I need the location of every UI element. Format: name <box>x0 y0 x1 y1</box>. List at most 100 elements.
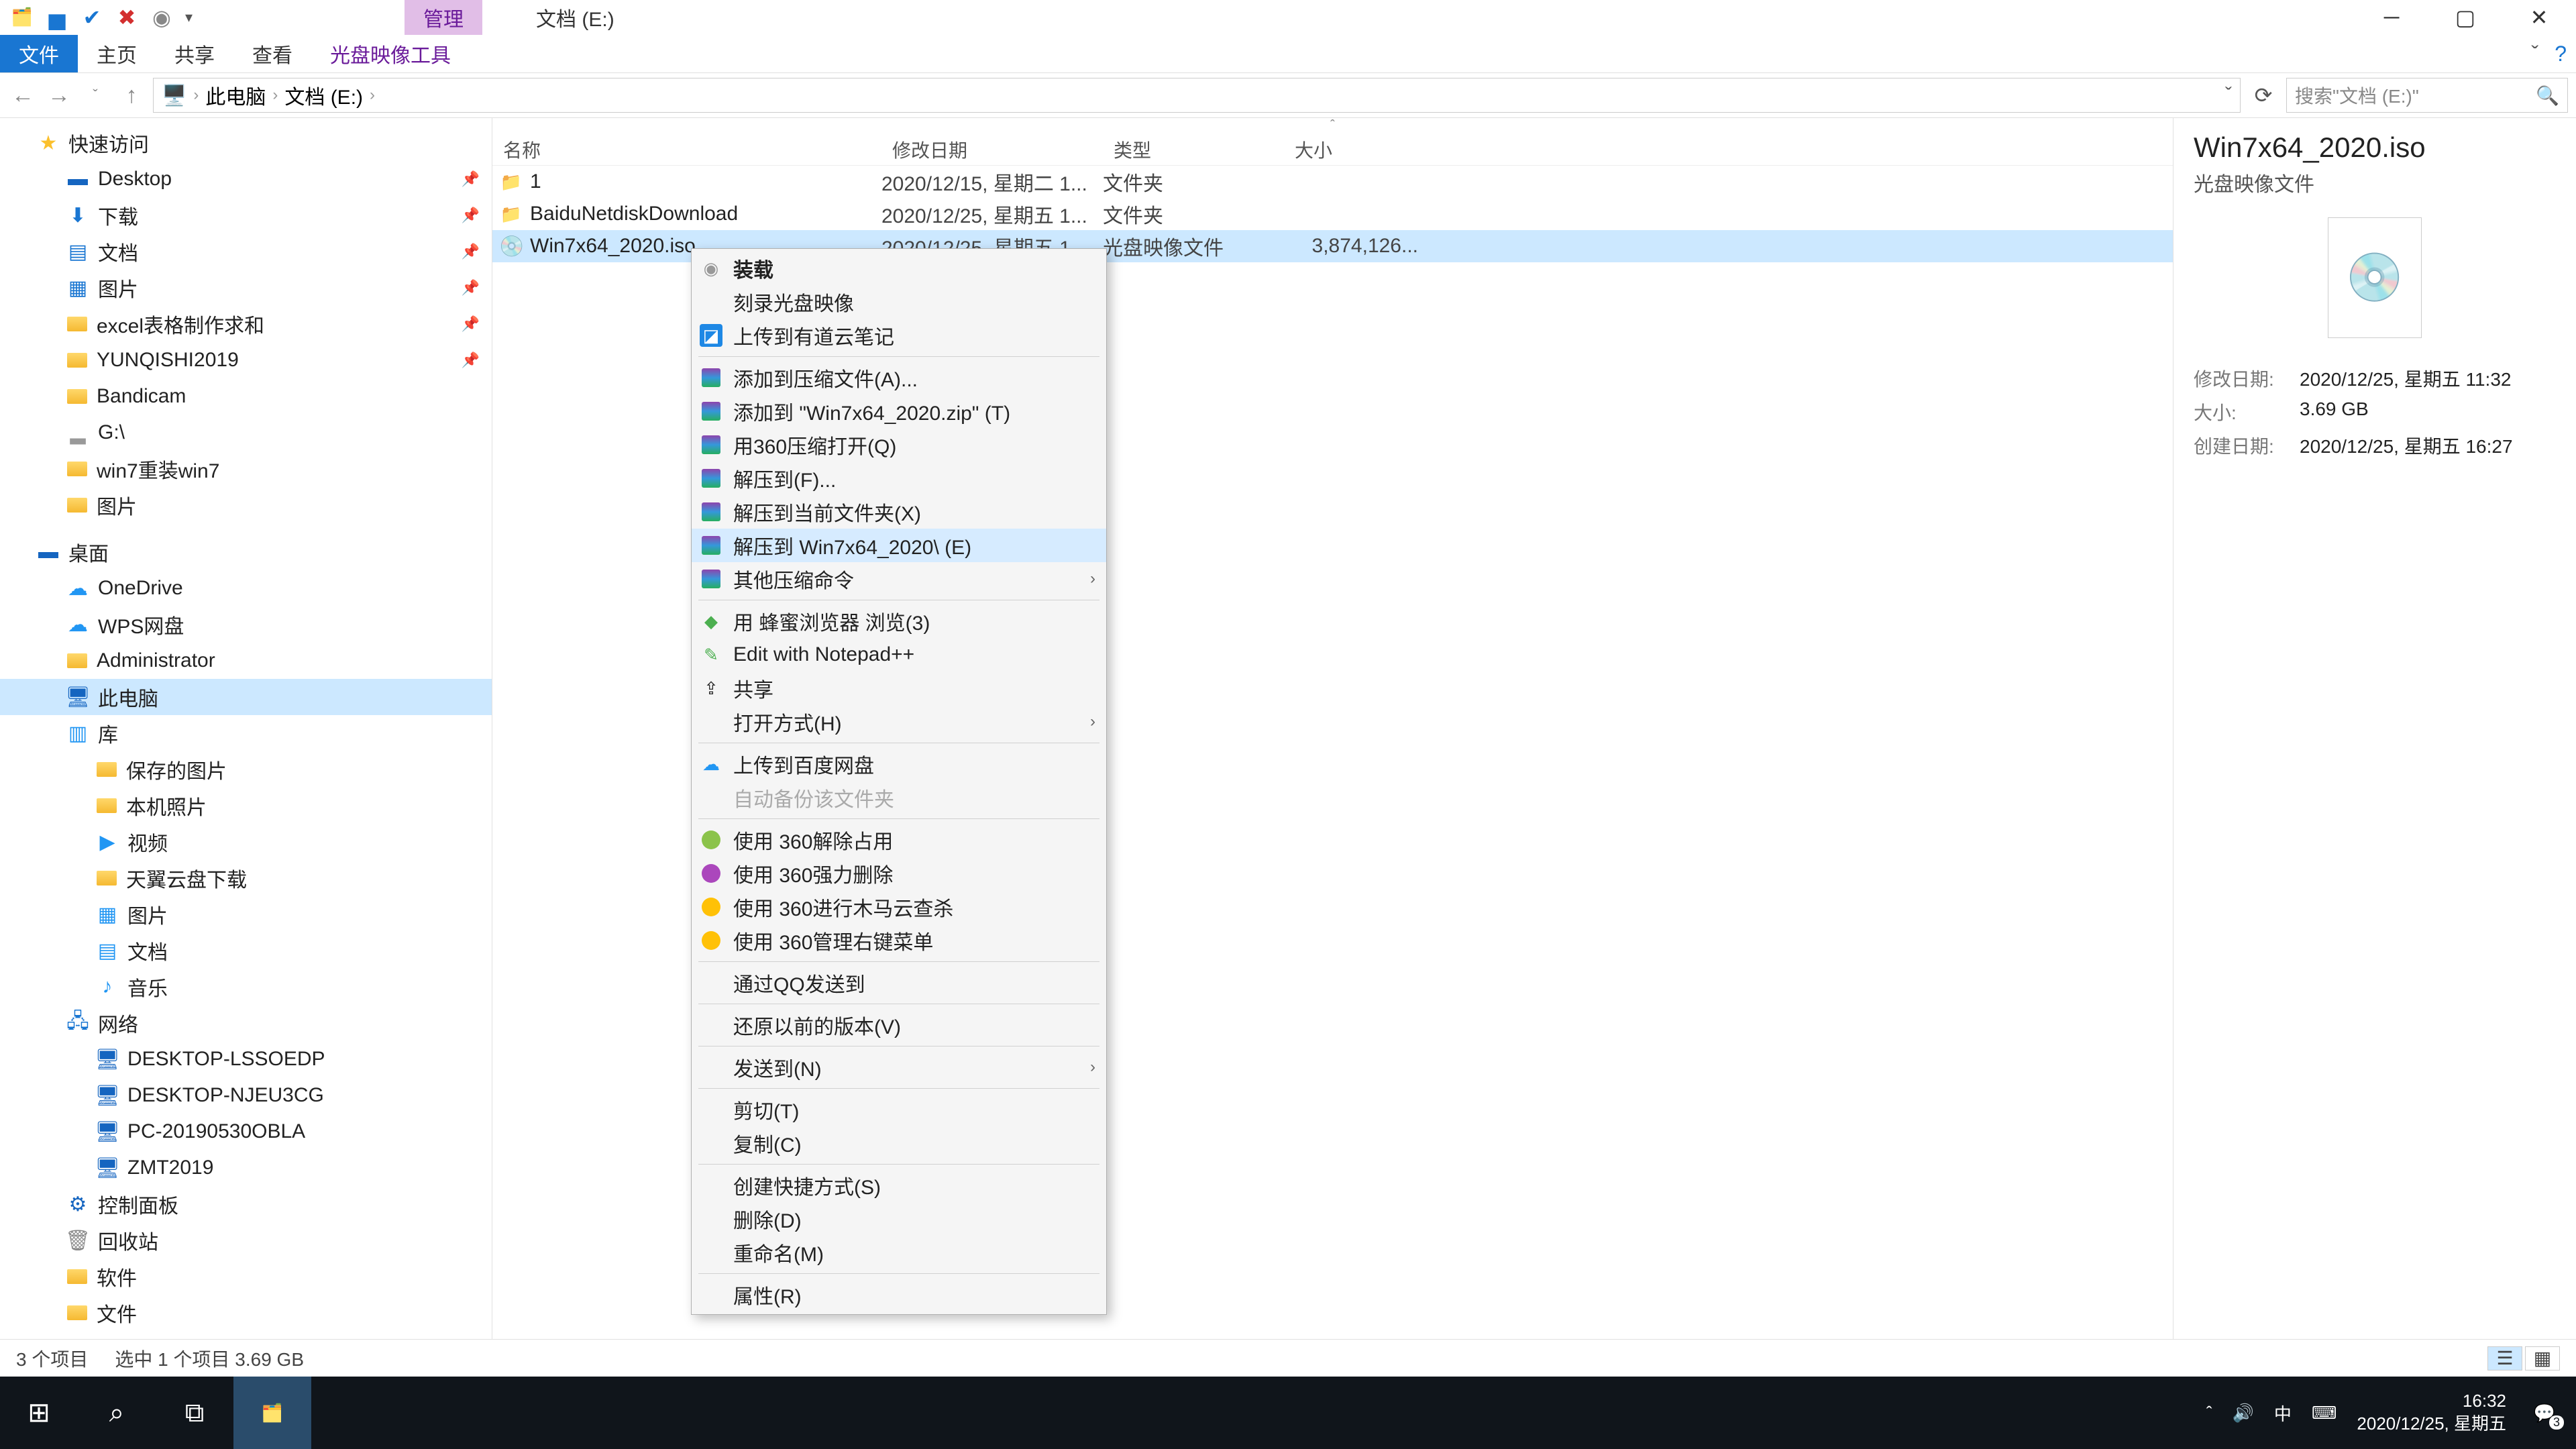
cm-360-manage[interactable]: 使用 360管理右键菜单 <box>692 924 1106 957</box>
cm-rename[interactable]: 重命名(M) <box>692 1236 1106 1269</box>
cm-baidu-upload[interactable]: ☁上传到百度网盘 <box>692 747 1106 781</box>
chevron-right-icon[interactable]: › <box>193 86 199 105</box>
tree-network-pc[interactable]: 🖥DESKTOP-NJEU3CG <box>0 1077 492 1114</box>
tab-share[interactable]: 共享 <box>156 35 233 72</box>
notification-button[interactable]: 💬3 <box>2526 1395 2563 1431</box>
task-view-button[interactable]: ⧉ <box>156 1377 233 1449</box>
tree-control-panel[interactable]: ⚙控制面板 <box>0 1186 492 1222</box>
tree-onedrive[interactable]: ☁OneDrive <box>0 570 492 606</box>
cm-delete[interactable]: 删除(D) <box>692 1202 1106 1236</box>
file-row[interactable]: 📁 1 2020/12/15, 星期二 1... 文件夹 <box>492 166 2173 198</box>
taskbar-explorer-button[interactable]: 🗂️ <box>233 1377 311 1449</box>
tree-lib-item[interactable]: ▤文档 <box>0 932 492 969</box>
cm-open-with[interactable]: 打开方式(H)› <box>692 705 1106 739</box>
tree-lib-item[interactable]: 天翼云盘下载 <box>0 860 492 896</box>
tray-up-icon[interactable]: ˆ <box>2206 1403 2212 1424</box>
tree-recycle-bin[interactable]: 🗑回收站 <box>0 1222 492 1258</box>
search-icon[interactable]: 🔍 <box>2536 85 2559 107</box>
cm-360-unlock[interactable]: 使用 360解除占用 <box>692 823 1106 857</box>
tree-user[interactable]: Administrator <box>0 643 492 679</box>
qat-disc-icon[interactable]: ◉ <box>150 6 173 29</box>
breadcrumb-item[interactable]: 文档 (E:) <box>284 80 363 110</box>
tree-folder[interactable]: 文件 <box>0 1295 492 1331</box>
cm-add-zip[interactable]: 添加到 "Win7x64_2020.zip" (T) <box>692 394 1106 428</box>
search-input[interactable]: 搜索"文档 (E:)" 🔍 <box>2286 78 2568 113</box>
tree-lib-item[interactable]: 本机照片 <box>0 788 492 824</box>
view-details-button[interactable]: ☰ <box>2487 1346 2522 1371</box>
tree-documents[interactable]: ▤文档📌 <box>0 233 492 270</box>
refresh-button[interactable]: ⟳ <box>2247 83 2279 108</box>
tree-folder[interactable]: Bandicam <box>0 378 492 415</box>
tree-folder[interactable]: 图片 <box>0 487 492 523</box>
cm-add-archive[interactable]: 添加到压缩文件(A)... <box>692 361 1106 394</box>
column-size[interactable]: 大小 <box>1284 136 1418 163</box>
tree-libraries[interactable]: ▥库 <box>0 715 492 751</box>
column-date[interactable]: 修改日期 <box>881 136 1103 163</box>
cm-extract-named[interactable]: 解压到 Win7x64_2020\ (E) <box>692 529 1106 562</box>
tree-downloads[interactable]: ⬇下载📌 <box>0 197 492 233</box>
chevron-right-icon[interactable]: › <box>272 86 278 105</box>
minimize-button[interactable]: ─ <box>2355 0 2428 35</box>
cm-extract-to[interactable]: 解压到(F)... <box>692 462 1106 495</box>
nav-forward-button[interactable]: → <box>44 80 74 110</box>
cm-share[interactable]: ⇪共享 <box>692 672 1106 705</box>
tree-this-pc[interactable]: 🖥此电脑 <box>0 679 492 715</box>
close-button[interactable]: ✕ <box>2502 0 2576 35</box>
breadcrumb-item[interactable]: 此电脑 <box>205 80 266 110</box>
tree-pictures[interactable]: ▦图片📌 <box>0 270 492 306</box>
column-name[interactable]: 名称 <box>492 136 881 163</box>
tree-quick-access[interactable]: ★快速访问 <box>0 125 492 161</box>
qat-dropdown-icon[interactable]: ▾ <box>185 9 193 26</box>
tab-view[interactable]: 查看 <box>233 35 311 72</box>
tree-lib-item[interactable]: ▦图片 <box>0 896 492 932</box>
tree-folder[interactable]: YUNQISHI2019📌 <box>0 342 492 378</box>
maximize-button[interactable]: ▢ <box>2428 0 2502 35</box>
cm-copy[interactable]: 复制(C) <box>692 1126 1106 1160</box>
help-icon[interactable]: ? <box>2555 42 2567 66</box>
start-button[interactable]: ⊞ <box>0 1377 78 1449</box>
tree-folder[interactable]: 软件 <box>0 1258 492 1295</box>
tree-desktop[interactable]: ▬Desktop📌 <box>0 161 492 197</box>
qat-down-icon[interactable]: ▅ <box>46 6 68 29</box>
ribbon-collapse-icon[interactable]: ˇ <box>2532 42 2539 66</box>
tab-file[interactable]: 文件 <box>0 35 78 72</box>
tree-lib-item[interactable]: 保存的图片 <box>0 751 492 788</box>
cm-honeybrowser[interactable]: ◆用 蜂蜜浏览器 浏览(3) <box>692 604 1106 638</box>
column-type[interactable]: 类型 <box>1103 136 1284 163</box>
tab-disc-tools[interactable]: 光盘映像工具 <box>311 35 470 72</box>
qat-close-icon[interactable]: ✖ <box>115 6 138 29</box>
tree-network-pc[interactable]: 🖥PC-20190530OBLA <box>0 1114 492 1150</box>
breadcrumb[interactable]: 🖥️ › 此电脑 › 文档 (E:) › ˇ <box>153 78 2241 113</box>
tab-home[interactable]: 主页 <box>78 35 156 72</box>
nav-back-button[interactable]: ← <box>8 80 38 110</box>
tray-volume-icon[interactable]: 🔊 <box>2233 1403 2254 1424</box>
tray-keyboard-icon[interactable]: ⌨ <box>2312 1403 2337 1424</box>
tray-ime-icon[interactable]: 中 <box>2274 1401 2292 1426</box>
cm-open-360zip[interactable]: 用360压缩打开(Q) <box>692 428 1106 462</box>
cm-shortcut[interactable]: 创建快捷方式(S) <box>692 1169 1106 1202</box>
chevron-right-icon[interactable]: › <box>370 86 375 105</box>
tree-network-pc[interactable]: 🖥ZMT2019 <box>0 1150 492 1186</box>
cm-send-to[interactable]: 发送到(N)› <box>692 1051 1106 1084</box>
cm-burn[interactable]: 刻录光盘映像 <box>692 285 1106 319</box>
tree-network[interactable]: 🖧网络 <box>0 1005 492 1041</box>
cm-other-zip[interactable]: 其他压缩命令› <box>692 562 1106 596</box>
tree-lib-item[interactable]: ♪音乐 <box>0 969 492 1005</box>
tree-wps[interactable]: ☁WPS网盘 <box>0 606 492 643</box>
cm-youdao[interactable]: ◪上传到有道云笔记 <box>692 319 1106 352</box>
cm-restore[interactable]: 还原以前的版本(V) <box>692 1008 1106 1042</box>
breadcrumb-dropdown-icon[interactable]: ˇ <box>2225 84 2232 107</box>
qat-check-icon[interactable]: ✔ <box>80 6 103 29</box>
view-icons-button[interactable]: ▦ <box>2525 1346 2560 1371</box>
cm-extract-here[interactable]: 解压到当前文件夹(X) <box>692 495 1106 529</box>
nav-recent-icon[interactable]: ˇ <box>80 80 110 110</box>
cm-qq-send[interactable]: 通过QQ发送到 <box>692 966 1106 1000</box>
cm-cut[interactable]: 剪切(T) <box>692 1093 1106 1126</box>
tree-drive[interactable]: ▂G:\ <box>0 415 492 451</box>
nav-up-button[interactable]: ↑ <box>117 80 146 110</box>
taskbar-search-button[interactable]: ⌕ <box>78 1377 156 1449</box>
tree-lib-item[interactable]: ▶视频 <box>0 824 492 860</box>
tree-network-pc[interactable]: 🖥DESKTOP-LSSOEDP <box>0 1041 492 1077</box>
file-row[interactable]: 📁 BaiduNetdiskDownload 2020/12/25, 星期五 1… <box>492 198 2173 230</box>
taskbar-clock[interactable]: 16:32 2020/12/25, 星期五 <box>2357 1390 2506 1436</box>
